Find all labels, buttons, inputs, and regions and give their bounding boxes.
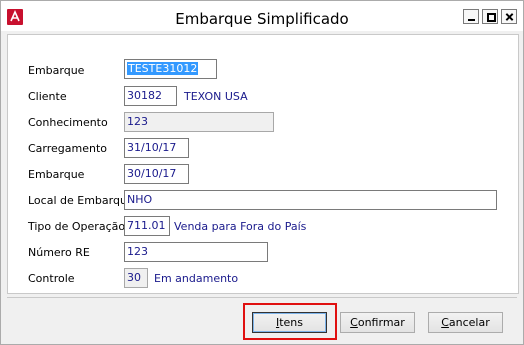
tipo-operacao-label: Tipo de Operação — [28, 220, 126, 233]
maximize-icon[interactable] — [482, 9, 498, 24]
carregamento-label: Carregamento — [28, 142, 108, 155]
cliente-label: Cliente — [28, 90, 67, 103]
title-bar[interactable]: Embarque Simplificado — [1, 1, 523, 31]
local-embarque-label: Local de Embarque — [28, 194, 134, 207]
dialog-window: Embarque Simplificado Embarque TESTE3101… — [0, 0, 524, 345]
embarque-code-value: TESTE31012 — [127, 62, 199, 75]
confirmar-accel: C — [350, 316, 358, 329]
confirmar-button[interactable]: Confirmar — [340, 312, 415, 333]
cancelar-label-rest: ancelar — [448, 316, 490, 329]
cancelar-accel: C — [441, 316, 449, 329]
embarque-label: Embarque — [28, 64, 85, 77]
divider — [7, 297, 517, 298]
conhecimento-field[interactable]: 123 — [124, 112, 274, 132]
confirmar-label-rest: onfirmar — [357, 316, 405, 329]
embarque-date-label: Embarque — [28, 168, 85, 181]
highlight-box — [243, 303, 337, 340]
tipo-operacao-description: Venda para Fora do País — [174, 220, 307, 233]
tipo-operacao-input[interactable]: 711.01 — [124, 216, 170, 236]
numero-re-input[interactable]: 123 — [124, 242, 268, 262]
conhecimento-label: Conhecimento — [28, 116, 108, 129]
close-icon[interactable] — [501, 9, 517, 24]
numero-re-label: Número RE — [28, 246, 90, 259]
embarque-code-input[interactable]: TESTE31012 — [124, 59, 217, 79]
local-embarque-input[interactable]: NHO — [124, 190, 497, 210]
cliente-input[interactable]: 30182 — [124, 86, 177, 106]
minimize-icon[interactable] — [463, 9, 479, 24]
carregamento-date-input[interactable]: 31/10/17 — [124, 138, 189, 158]
controle-description: Em andamento — [154, 272, 239, 285]
window-title: Embarque Simplificado — [175, 10, 349, 28]
controle-label: Controle — [28, 272, 75, 285]
controle-field[interactable]: 30 — [124, 268, 148, 288]
cancelar-button[interactable]: Cancelar — [428, 312, 503, 333]
embarque-date-input[interactable]: 30/10/17 — [124, 164, 189, 184]
cliente-description: TEXON USA — [184, 90, 248, 103]
